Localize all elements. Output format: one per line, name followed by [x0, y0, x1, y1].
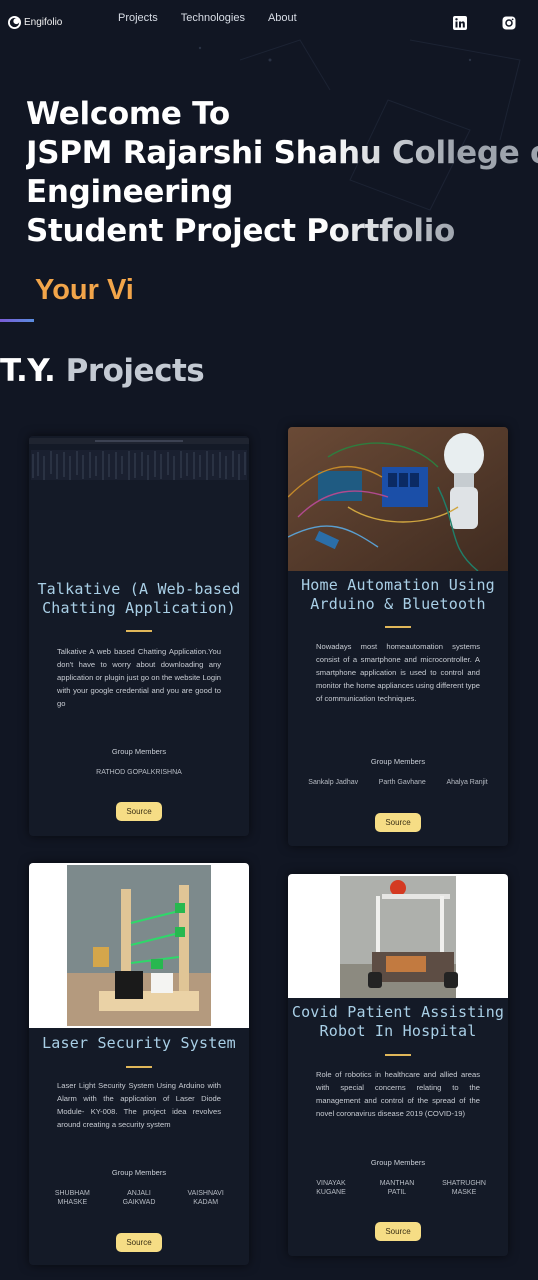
- project-screenshot: [29, 436, 249, 482]
- member-name: SHUBHAM MHASKE: [54, 1190, 90, 1206]
- member-name: SHATRUGHN MASKE: [442, 1180, 486, 1196]
- source-button[interactable]: Source: [116, 802, 162, 821]
- source-button[interactable]: Source: [375, 813, 421, 832]
- hero-line-1: Welcome To: [26, 96, 230, 132]
- source-button[interactable]: Source: [375, 1222, 421, 1241]
- logo[interactable]: Engifolio: [8, 16, 62, 29]
- hero-line-3: Engineering: [26, 174, 234, 210]
- top-navbar: Engifolio Projects Technologies About: [0, 0, 538, 46]
- project-photo: [29, 863, 249, 1028]
- title-divider: [126, 630, 152, 632]
- linkedin-icon[interactable]: [453, 16, 467, 30]
- title-divider: [385, 626, 411, 628]
- members-list: SHUBHAM MHASKE ANJALI GAIKWAD VAISHNAVI …: [39, 1189, 239, 1207]
- project-title: Home Automation Using Arduino & Bluetoot…: [301, 576, 495, 613]
- member-name: RATHOD GOPALKRISHNA: [96, 769, 182, 776]
- project-card-covid-robot: Covid Patient Assisting Robot In Hospita…: [288, 874, 508, 1256]
- source-button[interactable]: Source: [116, 1233, 162, 1252]
- members-list: Sankalp Jadhav Parth Gavhane Ahalya Ranj…: [298, 778, 498, 787]
- hero-line-2: JSPM Rajarshi Shahu College of: [26, 134, 538, 173]
- nav-links: Projects Technologies About: [118, 12, 297, 24]
- section-title-suffix: Projects: [65, 353, 205, 389]
- member-name: Parth Gavhane: [378, 779, 426, 786]
- members-label: Group Members: [111, 1168, 167, 1177]
- section-title-prefix: T.Y.: [0, 353, 56, 389]
- project-card-laser-security: Laser Security System Laser Light Securi…: [29, 863, 249, 1265]
- project-description: Laser Light Security System Using Arduin…: [57, 1081, 221, 1129]
- instagram-icon[interactable]: [502, 16, 516, 30]
- project-description: Nowadays most homeautomation systems con…: [316, 642, 480, 703]
- hero-heading: Welcome To JSPM Rajarshi Shahu College o…: [26, 95, 538, 251]
- project-description: Talkative A web based Chatting Applicati…: [57, 647, 221, 708]
- project-title: Talkative (A Web-based Chatting Applicat…: [37, 580, 241, 617]
- project-photo: [288, 874, 508, 998]
- member-name: Sankalp Jadhav: [308, 779, 359, 786]
- logo-text: Engifolio: [24, 17, 63, 28]
- section-title: T.Y. Projects: [0, 353, 205, 389]
- members-label: Group Members: [370, 1158, 426, 1167]
- project-card-home-automation: Home Automation Using Arduino & Bluetoot…: [288, 427, 508, 846]
- member-name: VAISHNAVI KADAM: [187, 1190, 224, 1206]
- hero-typing-text: Your Vi: [35, 274, 134, 306]
- members-list: VINAYAK KUGANE MANTHAN PATIL SHATRUGHN M…: [298, 1179, 498, 1197]
- title-divider: [126, 1066, 152, 1068]
- member-name: ANJALI GAIKWAD: [122, 1190, 156, 1206]
- project-card-talkative: Talkative (A Web-based Chatting Applicat…: [29, 436, 249, 836]
- nav-link-technologies[interactable]: Technologies: [181, 12, 245, 24]
- project-title: Covid Patient Assisting Robot In Hospita…: [291, 1003, 505, 1040]
- members-label: Group Members: [370, 757, 426, 766]
- nav-link-projects[interactable]: Projects: [118, 12, 158, 24]
- project-photo: [288, 427, 508, 571]
- members-list: RATHOD GOPALKRISHNA: [39, 768, 239, 777]
- project-title: Laser Security System: [42, 1034, 236, 1052]
- logo-icon: [8, 16, 21, 29]
- nav-link-about[interactable]: About: [268, 12, 297, 24]
- hero-underline: [0, 319, 34, 322]
- title-divider: [385, 1054, 411, 1056]
- hero-line-4: Student Project Portfolio: [26, 212, 538, 251]
- member-name: VINAYAK KUGANE: [316, 1180, 346, 1196]
- member-name: Ahalya Ranjit: [446, 779, 488, 786]
- members-label: Group Members: [111, 747, 167, 756]
- project-description: Role of robotics in healthcare and allie…: [316, 1070, 480, 1118]
- member-name: MANTHAN PATIL: [379, 1180, 415, 1196]
